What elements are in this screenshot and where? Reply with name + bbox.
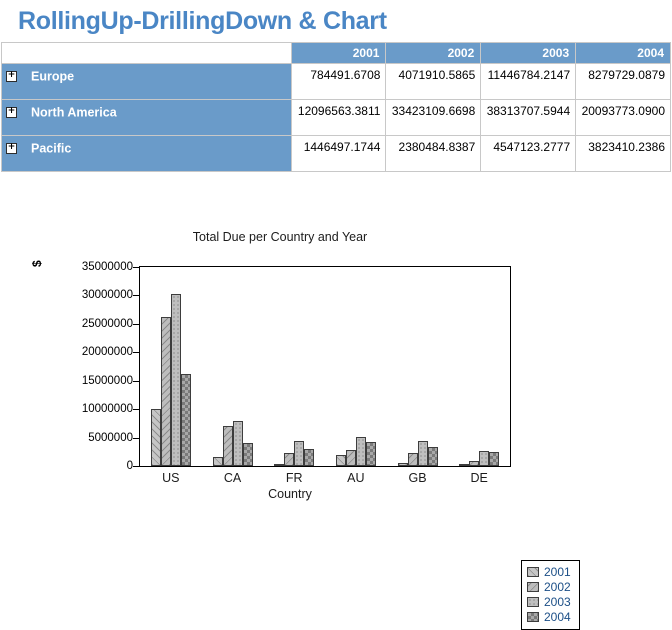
page-title: RollingUp-DrillingDown & Chart <box>18 6 387 35</box>
table-cell[interactable]: 11446784.2147 <box>480 63 577 100</box>
column-header-2001[interactable]: 2001 <box>290 42 387 64</box>
legend-label: 2003 <box>544 595 571 609</box>
table-cell[interactable]: 4071910.5865 <box>385 63 482 100</box>
y-axis-tick-mark <box>133 380 140 382</box>
y-axis-tick-mark <box>133 352 140 354</box>
y-axis-tick-mark <box>133 267 140 268</box>
bar-CA-2001[interactable] <box>212 457 223 466</box>
row-label-text: Europe <box>31 69 75 84</box>
bar-CA-2002[interactable] <box>222 426 233 466</box>
bar-FR-2003[interactable] <box>294 440 305 466</box>
bar-AU-2004[interactable] <box>365 441 376 466</box>
page-title-bar: RollingUp-DrillingDown & Chart <box>0 0 672 42</box>
table-row: + Europe 784491.6708 4071910.5865 1144678… <box>1 63 671 100</box>
legend-label: 2002 <box>544 580 571 594</box>
bar-US-2003[interactable] <box>170 294 181 466</box>
y-axis-tick-mark <box>133 437 140 439</box>
legend-label: 2001 <box>544 565 571 579</box>
bar-US-2001[interactable] <box>150 409 161 466</box>
table-row: + Pacific 1446497.1744 2380484.8387 45471… <box>1 135 671 172</box>
expand-icon[interactable]: + <box>6 71 17 83</box>
table-row: + North America 12096563.3811 33423109.66… <box>1 99 671 136</box>
pivot-table: 2001 2002 2003 2004 + Europe 784491.6708 … <box>1 42 671 172</box>
bar-FR-2002[interactable] <box>284 453 295 466</box>
bar-AU-2002[interactable] <box>345 450 356 466</box>
bar-DE-2001[interactable] <box>459 464 470 466</box>
bar-DE-2002[interactable] <box>469 460 480 466</box>
bar-DE-2004[interactable] <box>489 451 500 466</box>
column-header-2004[interactable]: 2004 <box>575 42 671 64</box>
bar-FR-2001[interactable] <box>274 464 285 466</box>
x-axis-tick-label: AU <box>347 471 365 485</box>
bar-GB-2001[interactable] <box>397 463 408 466</box>
legend-swatch-icon <box>527 567 539 577</box>
y-axis-tick-labels: 35000000 30000000 25000000 20000000 15000000… <box>55 215 133 509</box>
x-axis-tick-label: CA <box>223 471 242 485</box>
header-corner-cell <box>1 42 292 64</box>
table-cell[interactable]: 33423109.6698 <box>385 99 482 136</box>
table-cell[interactable]: 4547123.2777 <box>480 135 577 172</box>
bar-GB-2002[interactable] <box>407 453 418 466</box>
row-header-europe[interactable]: + Europe <box>1 63 292 100</box>
legend-item-2004[interactable]: 2004 <box>527 610 571 624</box>
legend-swatch-icon <box>527 597 539 607</box>
y-axis-tick-mark <box>133 295 140 297</box>
bar-chart: Total Due per Country and Year $ 3500000… <box>0 215 672 630</box>
pivot-table-body: + Europe 784491.6708 4071910.5865 1144678… <box>1 63 671 172</box>
row-label-text: North America <box>31 105 117 120</box>
row-header-north-america[interactable]: + North America <box>1 99 292 136</box>
table-header-row: 2001 2002 2003 2004 <box>1 42 671 64</box>
legend-item-2003[interactable]: 2003 <box>527 595 571 609</box>
bar-FR-2004[interactable] <box>304 448 315 466</box>
bar-CA-2004[interactable] <box>242 443 253 466</box>
table-cell[interactable]: 3823410.2386 <box>575 135 671 172</box>
expand-icon[interactable]: + <box>6 107 17 119</box>
y-axis-tick-label: 35000000 <box>81 261 133 273</box>
table-cell[interactable]: 2380484.8387 <box>385 135 482 172</box>
legend-label: 2004 <box>544 610 571 624</box>
y-axis-tick-mark <box>133 466 140 467</box>
bar-AU-2003[interactable] <box>355 437 366 466</box>
y-axis-tick-label: 30000000 <box>81 289 133 302</box>
chart-legend: 2001 2002 2003 2004 <box>521 560 580 630</box>
row-label-text: Pacific <box>31 141 72 156</box>
legend-item-2001[interactable]: 2001 <box>527 565 571 579</box>
plot-area <box>139 266 511 467</box>
column-header-2002[interactable]: 2002 <box>385 42 482 64</box>
bar-CA-2003[interactable] <box>232 420 243 466</box>
x-axis-tick-label: DE <box>470 471 488 485</box>
y-axis-tick-label: 15000000 <box>81 374 133 387</box>
table-cell[interactable]: 20093773.0900 <box>575 99 671 136</box>
table-cell[interactable]: 8279729.0879 <box>575 63 671 100</box>
y-axis-tick-label: 20000000 <box>81 346 133 359</box>
y-axis-title: $ <box>30 260 44 267</box>
table-cell[interactable]: 38313707.5944 <box>480 99 577 136</box>
bar-US-2004[interactable] <box>180 374 191 466</box>
legend-swatch-icon <box>527 612 539 622</box>
y-axis-tick-mark <box>133 409 140 411</box>
y-axis-tick-label: 25000000 <box>81 317 133 330</box>
row-header-pacific[interactable]: + Pacific <box>1 135 292 172</box>
bar-GB-2003[interactable] <box>417 440 428 466</box>
pivot-table-header: 2001 2002 2003 2004 <box>1 42 671 64</box>
expand-icon[interactable]: + <box>6 143 17 155</box>
bar-DE-2003[interactable] <box>479 451 490 466</box>
y-axis-tick-label: 10000000 <box>81 403 133 416</box>
bar-GB-2004[interactable] <box>427 446 438 466</box>
bar-US-2002[interactable] <box>160 317 171 466</box>
x-axis-title: Country <box>268 487 312 501</box>
x-axis-tick-label: GB <box>408 471 427 485</box>
x-axis-tick-label: FR <box>285 471 303 485</box>
bar-AU-2001[interactable] <box>335 454 346 466</box>
legend-swatch-icon <box>527 582 539 592</box>
y-axis-tick-mark <box>133 323 140 325</box>
y-axis-tick-label: 5000000 <box>88 431 133 444</box>
column-header-2003[interactable]: 2003 <box>480 42 577 64</box>
table-cell[interactable]: 12096563.3811 <box>290 99 387 136</box>
table-cell[interactable]: 784491.6708 <box>290 63 387 100</box>
table-cell[interactable]: 1446497.1744 <box>290 135 387 172</box>
legend-item-2002[interactable]: 2002 <box>527 580 571 594</box>
x-axis-tick-label: US <box>162 471 180 485</box>
